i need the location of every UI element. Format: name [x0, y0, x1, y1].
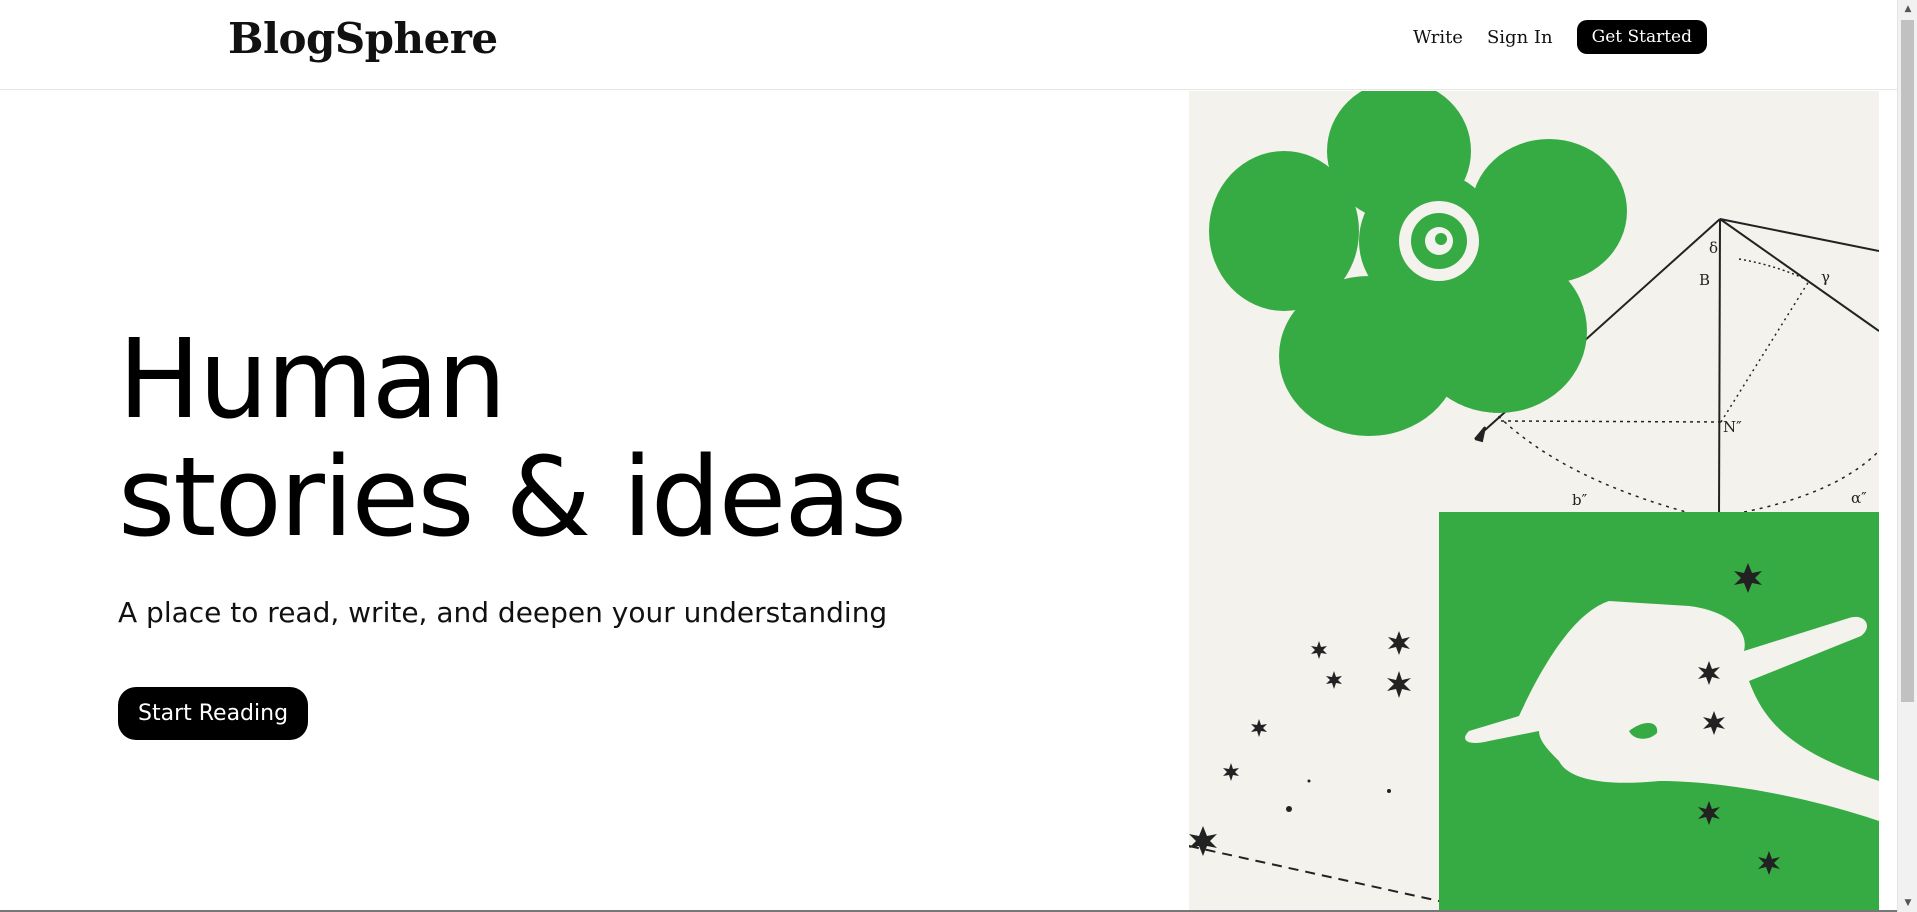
- site-logo[interactable]: BlogSphere: [228, 14, 498, 63]
- illustration-svg: B N″ E b″ α″ γ 3 δ: [1189, 91, 1879, 912]
- top-nav-bar: BlogSphere Write Sign In Get Started: [0, 0, 1897, 90]
- hero-title-line-2: stories & ideas: [118, 433, 907, 561]
- svg-text:B: B: [1699, 271, 1710, 289]
- scrollbar-thumb[interactable]: [1901, 20, 1914, 702]
- svg-text:γ: γ: [1821, 268, 1830, 286]
- scroll-down-icon[interactable]: ▼: [1898, 894, 1917, 912]
- header-nav: Write Sign In Get Started: [1413, 20, 1707, 54]
- hero-title: Human stories & ideas: [118, 315, 907, 561]
- flower-center: [1399, 201, 1479, 281]
- vertical-scrollbar[interactable]: ▲ ▼: [1897, 0, 1917, 912]
- hero-subtitle: A place to read, write, and deepen your …: [118, 596, 888, 629]
- svg-text:α″: α″: [1851, 489, 1867, 507]
- svg-text:b″: b″: [1572, 491, 1588, 509]
- get-started-button[interactable]: Get Started: [1576, 20, 1707, 54]
- scroll-up-icon[interactable]: ▲: [1898, 0, 1917, 18]
- hero-illustration: B N″ E b″ α″ γ 3 δ: [1189, 91, 1879, 912]
- write-link[interactable]: Write: [1413, 27, 1463, 48]
- sign-in-link[interactable]: Sign In: [1487, 27, 1553, 48]
- page: BlogSphere Write Sign In Get Started Hum…: [0, 0, 1917, 912]
- svg-text:N″: N″: [1723, 418, 1742, 436]
- hero-section: Human stories & ideas A place to read, w…: [118, 315, 907, 740]
- hero-title-line-1: Human: [118, 315, 507, 443]
- start-reading-button[interactable]: Start Reading: [118, 687, 309, 740]
- svg-text:δ: δ: [1709, 239, 1718, 257]
